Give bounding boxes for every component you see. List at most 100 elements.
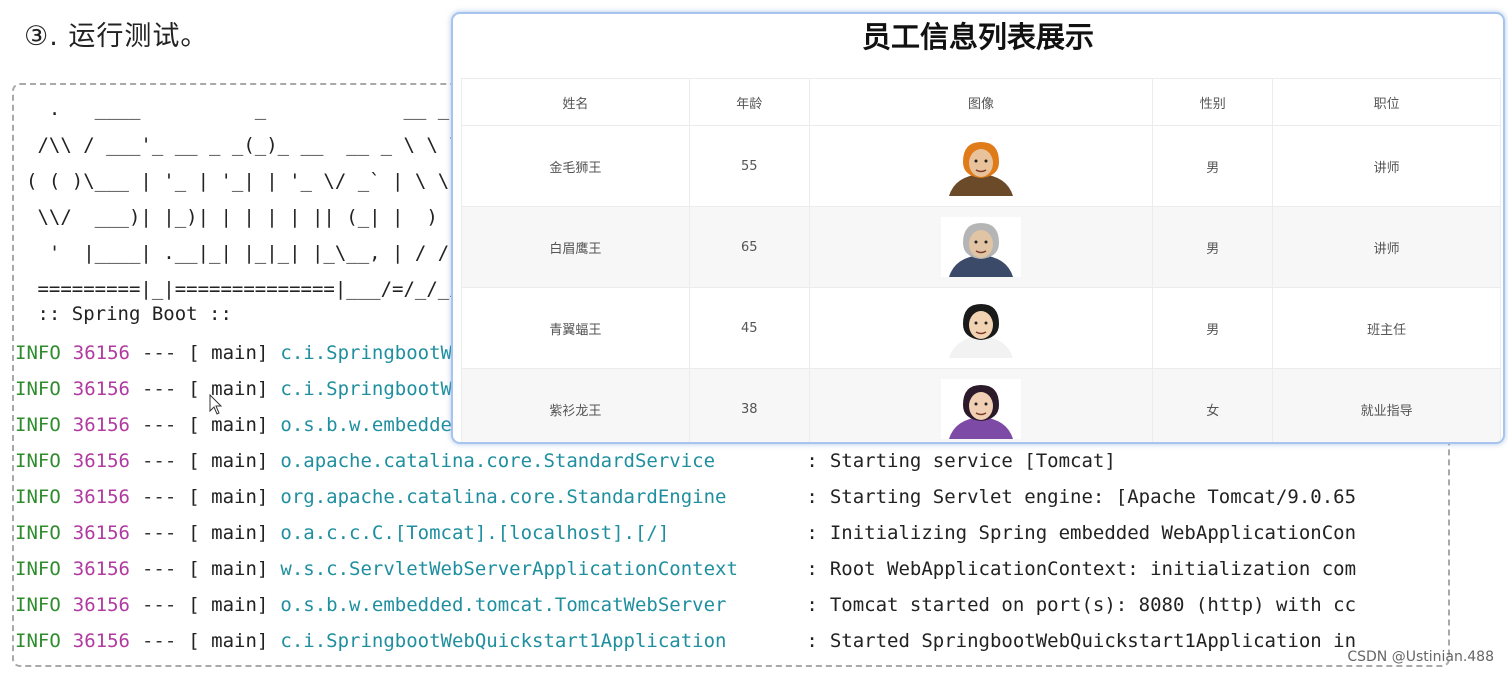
log-message: Root WebApplicationContext: initializati… <box>829 558 1357 580</box>
log-separator: --- <box>141 414 177 436</box>
cell-age: 55 <box>688 125 810 207</box>
log-level: INFO <box>15 522 61 544</box>
log-line: INFO 36156 --- [ main] org.apache.catalina.c… <box>15 479 1356 515</box>
header-age: 年龄 <box>688 78 810 126</box>
log-message: Starting service [Tomcat] <box>829 450 1116 472</box>
banner-line: . ____ _ __ _ _ <box>26 98 473 120</box>
banner-line: /\\ / ___'_ __ _ _(_)_ __ __ _ \ \ \ \ <box>26 134 484 156</box>
log-logger: o.a.c.c.C.[Tomcat].[localhost].[/] <box>280 522 670 544</box>
log-message: Started SpringbootWebQuickstart1Applicat… <box>829 630 1357 652</box>
cell-image <box>808 206 1154 288</box>
purple-robe-dragon-king-portrait <box>940 379 1021 439</box>
log-thread: [ main] <box>188 378 269 400</box>
cell-gender: 女 <box>1152 368 1274 442</box>
spring-boot-label: :: Spring Boot :: <box>26 303 232 325</box>
table-row: 紫衫龙王 38 女就业指导 <box>461 368 1501 442</box>
log-thread: [ main] <box>188 522 269 544</box>
log-pid: 36156 <box>72 630 130 652</box>
table-row: 青翼蝠王 45 男班主任 <box>461 287 1501 369</box>
log-line: INFO 36156 --- [ main] c.i.SpringbootWebQuic… <box>15 623 1356 659</box>
cell-job: 讲师 <box>1272 206 1501 288</box>
log-pid: 36156 <box>72 414 130 436</box>
log-level: INFO <box>15 558 61 580</box>
log-level: INFO <box>15 594 61 616</box>
log-thread: [ main] <box>188 486 269 508</box>
log-colon: : <box>806 486 818 508</box>
white-eyebrow-eagle-king-portrait <box>940 217 1021 277</box>
log-logger: c.i.SpringbootWebQuickstart1Application <box>280 630 727 652</box>
log-level: INFO <box>15 342 61 364</box>
cell-name: 白眉鹰王 <box>461 206 690 288</box>
cell-gender: 男 <box>1152 125 1274 207</box>
header-gender: 性别 <box>1152 78 1274 126</box>
cell-name: 紫衫龙王 <box>461 368 690 442</box>
log-pid: 36156 <box>72 486 130 508</box>
log-thread: [ main] <box>188 342 269 364</box>
log-pid: 36156 <box>72 342 130 364</box>
table-row: 金毛狮王 55 男讲师 <box>461 125 1501 207</box>
watermark: CSDN @Ustinian.488 <box>1347 649 1494 665</box>
cell-gender: 男 <box>1152 206 1274 288</box>
log-separator: --- <box>141 486 177 508</box>
cell-age: 38 <box>688 368 810 442</box>
log-level: INFO <box>15 414 61 436</box>
employee-list-window: 员工信息列表展示 姓名 年龄 图像 性别 职位 金毛狮王 55 男讲师 白眉鹰王 65 男… <box>451 12 1505 444</box>
banner-line: \\/ ___)| |_)| | | | | || (_| | ) ) ) ) <box>26 206 507 228</box>
cell-image <box>808 368 1154 442</box>
log-pid: 36156 <box>72 558 130 580</box>
banner-line: ' |____| .__|_| |_|_| |_\__, | / / / / <box>26 242 495 264</box>
log-separator: --- <box>141 558 177 580</box>
log-thread: [ main] <box>188 630 269 652</box>
spring-banner: . ____ _ __ _ _ /\\ / ___'_ __ _ _(_)_ _… <box>26 91 506 307</box>
log-separator: --- <box>141 450 177 472</box>
cell-age: 65 <box>688 206 810 288</box>
log-logger: o.apache.catalina.core.StandardService <box>280 450 716 472</box>
log-logger: w.s.c.ServletWebServerApplicationContext <box>280 558 738 580</box>
log-pid: 36156 <box>72 450 130 472</box>
log-level: INFO <box>15 630 61 652</box>
log-thread: [ main] <box>188 450 269 472</box>
log-pid: 36156 <box>72 594 130 616</box>
log-separator: --- <box>141 630 177 652</box>
log-pid: 36156 <box>72 378 130 400</box>
log-pid: 36156 <box>72 522 130 544</box>
header-job: 职位 <box>1272 78 1501 126</box>
step-title: ③. 运行测试。 <box>24 21 209 52</box>
golden-lion-king-portrait <box>940 136 1021 196</box>
log-colon: : <box>806 450 818 472</box>
cell-job: 班主任 <box>1272 287 1501 369</box>
cell-job: 就业指导 <box>1272 368 1501 442</box>
cell-gender: 男 <box>1152 287 1274 369</box>
log-line: INFO 36156 --- [ main] w.s.c.ServletWebServe… <box>15 551 1356 587</box>
log-separator: --- <box>141 378 177 400</box>
log-line: INFO 36156 --- [ main] o.a.c.c.C.[Tomcat].[l… <box>15 515 1356 551</box>
log-message: Starting Servlet engine: [Apache Tomcat/… <box>829 486 1357 508</box>
log-colon: : <box>806 630 818 652</box>
log-message: Initializing Spring embedded WebApplicat… <box>829 522 1357 544</box>
table-row: 白眉鹰王 65 男讲师 <box>461 206 1501 288</box>
cell-name: 青翼蝠王 <box>461 287 690 369</box>
table-header-row: 姓名 年龄 图像 性别 职位 <box>461 78 1501 126</box>
log-logger: org.apache.catalina.core.StandardEngine <box>280 486 727 508</box>
log-colon: : <box>806 594 818 616</box>
log-level: INFO <box>15 486 61 508</box>
cell-job: 讲师 <box>1272 125 1501 207</box>
green-wing-bat-king-portrait <box>940 298 1021 358</box>
cell-image <box>808 287 1154 369</box>
log-line: INFO 36156 --- [ main] o.s.b.w.embedded.tomc… <box>15 587 1356 623</box>
log-thread: [ main] <box>188 594 269 616</box>
log-colon: : <box>806 522 818 544</box>
log-level: INFO <box>15 450 61 472</box>
header-name: 姓名 <box>461 78 690 126</box>
log-colon: : <box>806 558 818 580</box>
log-message: Tomcat started on port(s): 8080 (http) w… <box>829 594 1357 616</box>
cell-name: 金毛狮王 <box>461 125 690 207</box>
mouse-cursor-icon <box>209 393 223 421</box>
log-logger: o.s.b.w.embedded.tomcat.TomcatWebServer <box>280 594 727 616</box>
log-level: INFO <box>15 378 61 400</box>
header-image: 图像 <box>808 78 1154 126</box>
log-separator: --- <box>141 522 177 544</box>
cell-age: 45 <box>688 287 810 369</box>
log-line: INFO 36156 --- [ main] o.apache.catalina.cor… <box>15 443 1356 479</box>
log-separator: --- <box>141 342 177 364</box>
